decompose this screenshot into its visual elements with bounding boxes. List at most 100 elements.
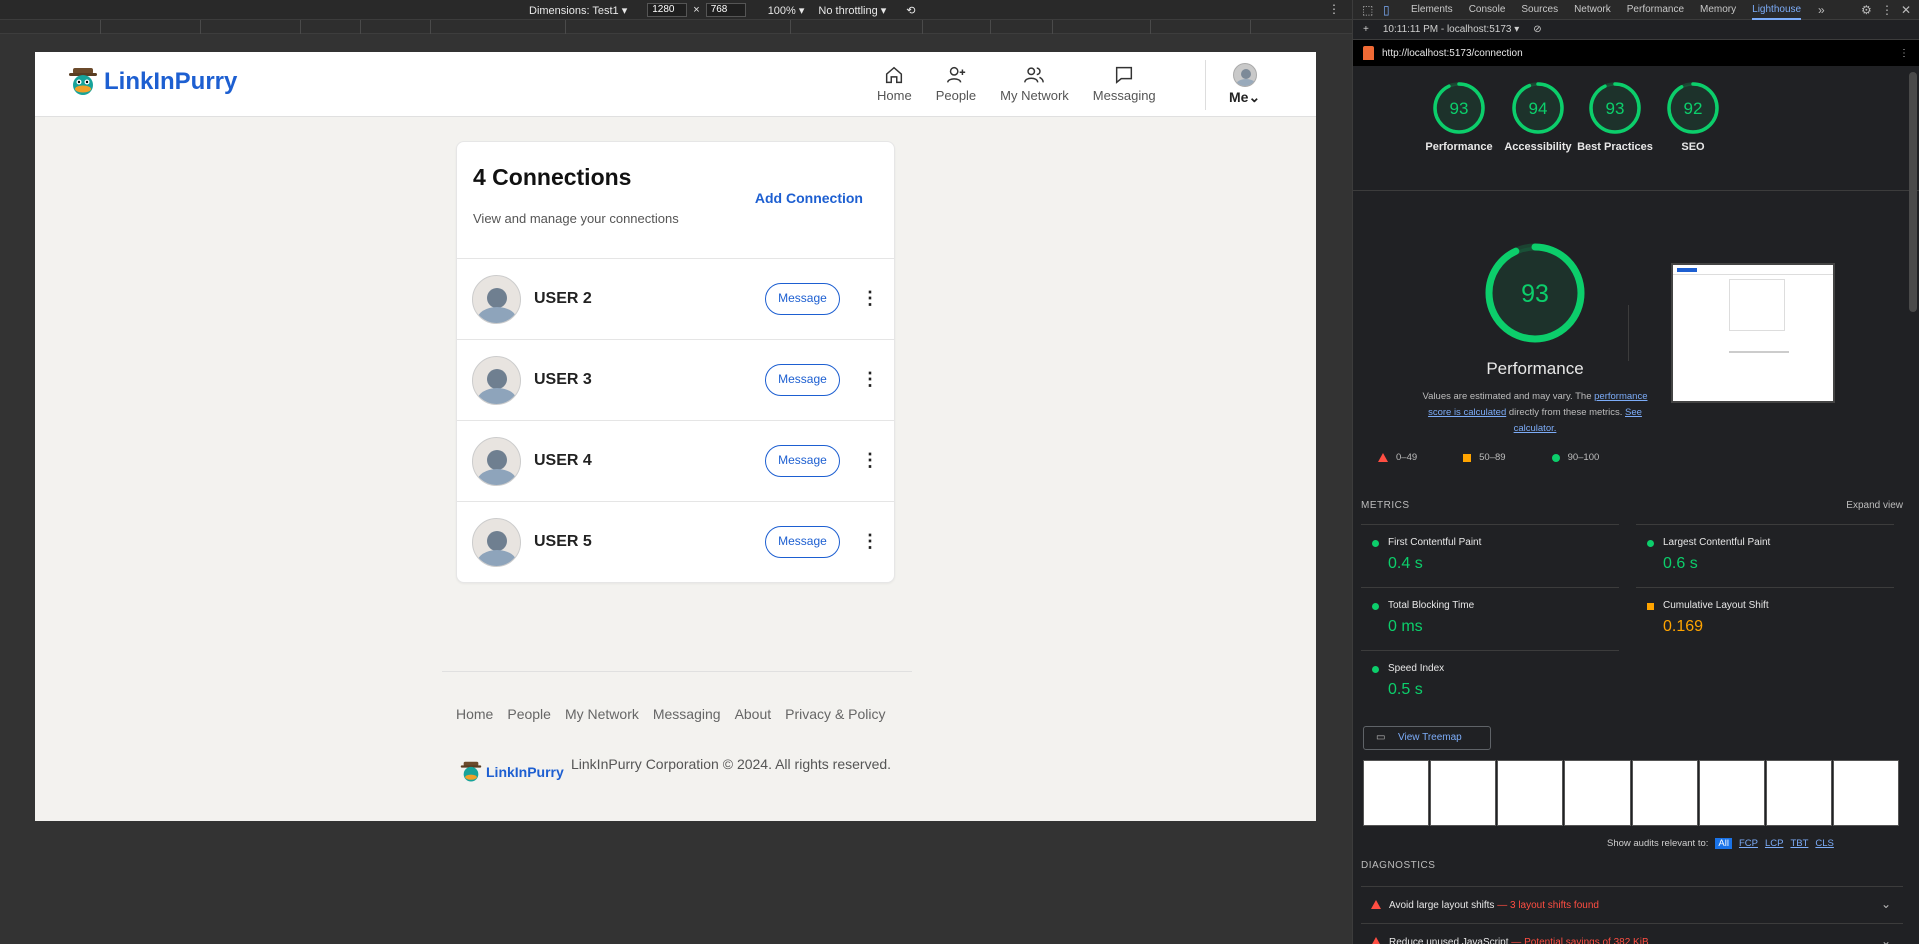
avatar[interactable] (472, 275, 521, 324)
inspect-icon[interactable]: ⬚ (1362, 3, 1373, 17)
dimensions-select[interactable]: Dimensions: Test1 ▾ (529, 4, 627, 17)
view-treemap-button[interactable]: ▭ View Treemap (1363, 726, 1491, 750)
devtools-tab[interactable]: Console (1469, 4, 1506, 15)
nav-my-network[interactable]: My Network (1000, 64, 1069, 103)
audit-filter-fcp[interactable]: FCP (1739, 838, 1758, 849)
scrollbar[interactable] (1909, 72, 1917, 312)
average-square-icon (1647, 603, 1654, 610)
logo[interactable]: LinkInPurry (68, 66, 237, 98)
devtools-tab[interactable]: Network (1574, 4, 1611, 15)
treemap-icon: ▭ (1376, 732, 1386, 743)
connection-name[interactable]: USER 5 (534, 533, 592, 551)
audit-filter-cls[interactable]: CLS (1815, 838, 1833, 849)
pass-circle-icon (1372, 540, 1379, 547)
diagnostic-item[interactable]: Reduce unused JavaScript — Potential sav… (1361, 923, 1903, 944)
connection-list: USER 2 Message ⋮ USER 3 Message ⋮ USER 4 Messag… (457, 259, 894, 583)
device-toggle-icon[interactable]: ▯ (1383, 3, 1390, 17)
more-options-icon[interactable]: ⋮ (861, 370, 879, 388)
footer-logo[interactable]: LinkInPurry (460, 760, 564, 784)
footer-link[interactable]: Privacy & Policy (785, 706, 885, 722)
height-input[interactable]: 768 (705, 3, 746, 17)
dimensions-controls: Dimensions: Test1 ▾ 1280 × 768 100% ▾ No… (529, 3, 916, 17)
message-button[interactable]: Message (765, 283, 840, 315)
final-screenshot-thumbnail[interactable] (1671, 263, 1835, 403)
divider (1628, 305, 1629, 361)
home-icon (886, 66, 903, 84)
audit-filter: Show audits relevant to: All FCP LCP TBT CLS (1607, 838, 1834, 849)
footer-link[interactable]: My Network (565, 706, 639, 722)
main-nav: Home People My Network Messaging (865, 64, 1168, 103)
footer-link[interactable]: People (507, 706, 551, 722)
report-select[interactable]: 10:11:11 PM - localhost:5173 ▾ (1383, 24, 1519, 35)
expand-view-link[interactable]: Expand view (1846, 500, 1903, 511)
score-gauge[interactable]: 93 Performance (1419, 80, 1499, 155)
filter-label: Show audits relevant to: (1607, 838, 1709, 849)
chevron-down-icon: ⌄ (1248, 89, 1261, 105)
performance-summary: 93 Performance Values are estimated and … (1415, 238, 1655, 437)
score-ring: 94 (1512, 82, 1564, 134)
avatar[interactable] (472, 518, 521, 567)
treemap-label: View Treemap (1398, 732, 1462, 743)
message-button[interactable]: Message (765, 364, 840, 396)
zoom-select[interactable]: 100% ▾ (768, 4, 805, 17)
chevron-down-icon[interactable]: ⌄ (1881, 897, 1891, 911)
nav-messaging[interactable]: Messaging (1093, 64, 1156, 103)
metric-name: First Contentful Paint (1388, 537, 1482, 548)
devtools-tab[interactable]: Performance (1627, 4, 1684, 15)
more-options-icon[interactable]: ⋮ (861, 532, 879, 550)
chevron-down-icon[interactable]: ⌄ (1881, 934, 1891, 944)
footer-links: Home People My Network Messaging About Privac… (456, 706, 886, 722)
metric-item: Largest Contentful Paint 0.6 s (1636, 524, 1894, 586)
gauge-value: 93 (1606, 99, 1625, 118)
footer-link[interactable]: About (735, 706, 772, 722)
emulated-page: LinkInPurry Home People My Network Messa… (35, 52, 1316, 821)
avatar[interactable] (472, 437, 521, 486)
nav-people[interactable]: People (936, 64, 976, 103)
platypus-mascot-icon (460, 761, 482, 782)
devtools-tab[interactable]: Lighthouse (1752, 0, 1802, 20)
more-options-icon[interactable]: ⋮ (1328, 2, 1340, 16)
score-gauge[interactable]: 93 Best Practices (1575, 80, 1655, 155)
message-button[interactable]: Message (765, 526, 840, 558)
audit-filter-lcp[interactable]: LCP (1765, 838, 1783, 849)
pass-circle-icon (1551, 453, 1560, 462)
performance-note: Values are estimated and may vary. The p… (1415, 389, 1655, 437)
new-report-icon[interactable]: + (1363, 24, 1369, 35)
connection-name[interactable]: USER 2 (534, 290, 592, 308)
clear-icon[interactable]: ⊘ (1533, 24, 1541, 35)
settings-icon[interactable]: ⚙ (1861, 3, 1872, 17)
audit-filter-tbt[interactable]: TBT (1790, 838, 1808, 849)
gauge-label: SEO (1681, 141, 1705, 153)
message-button[interactable]: Message (765, 445, 840, 477)
more-options-icon[interactable]: ⋮ (861, 289, 879, 307)
nav-home[interactable]: Home (877, 64, 912, 103)
add-connection-button[interactable]: Add Connection (755, 190, 863, 206)
score-gauge[interactable]: 94 Accessibility (1498, 80, 1578, 155)
device-toolbar: Dimensions: Test1 ▾ 1280 × 768 100% ▾ No… (0, 0, 1352, 20)
connection-name[interactable]: USER 3 (534, 371, 592, 389)
devtools-tab[interactable]: Memory (1700, 4, 1736, 15)
throttling-select[interactable]: No throttling ▾ (818, 4, 886, 17)
devtools-tab[interactable]: Elements (1411, 4, 1453, 15)
more-options-icon[interactable]: ⋮ (861, 451, 879, 469)
width-input[interactable]: 1280 (647, 3, 688, 17)
report-menu-icon[interactable]: ⋮ (1899, 48, 1909, 59)
footer-link[interactable]: Home (456, 706, 493, 722)
devtools-tab[interactable]: Sources (1521, 4, 1558, 15)
audit-filter-all[interactable]: All (1715, 838, 1732, 849)
me-menu[interactable]: Me⌄ (1229, 63, 1260, 106)
close-icon[interactable]: ✕ (1901, 3, 1911, 17)
more-tabs-icon[interactable]: » (1818, 3, 1825, 17)
diagnostic-item[interactable]: Avoid large layout shifts — 3 layout shi… (1361, 886, 1903, 923)
connections-card: 4 Connections View and manage your conne… (456, 141, 895, 583)
fail-triangle-icon (1371, 937, 1381, 944)
rotate-icon[interactable]: ⟲ (906, 4, 915, 17)
legend-average: 50–89 (1463, 452, 1506, 463)
score-gauge[interactable]: 92 SEO (1653, 80, 1733, 155)
avatar[interactable] (472, 356, 521, 405)
divider (1353, 190, 1919, 191)
devtools-menu-icon[interactable]: ⋮ (1881, 3, 1893, 17)
connection-name[interactable]: USER 4 (534, 452, 592, 470)
connection-row: USER 3 Message ⋮ (457, 340, 894, 421)
footer-link[interactable]: Messaging (653, 706, 721, 722)
